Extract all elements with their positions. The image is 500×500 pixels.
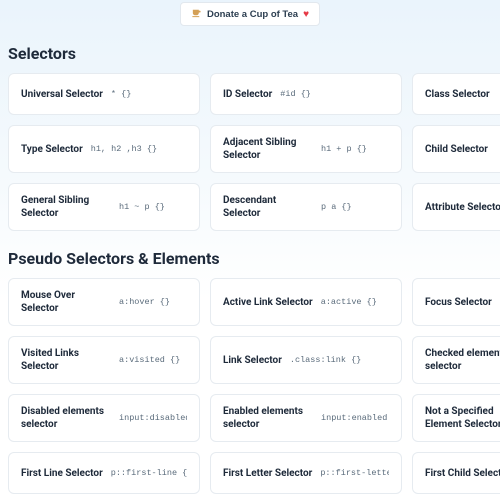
card-visited-links-selector[interactable]: Visited Links Selector a:visited {}: [8, 336, 200, 384]
donate-label: Donate a Cup of Tea: [207, 9, 298, 20]
card-title: First Child Selecto: [425, 467, 500, 480]
card-code: .class:link {}: [290, 355, 361, 365]
card-code: input:disabled {}: [119, 413, 187, 423]
card-not-specified-selector[interactable]: Not a Specified Element Selector: [412, 394, 500, 442]
card-title: Adjacent Sibling Selector: [223, 136, 313, 162]
card-link-selector[interactable]: Link Selector .class:link {}: [210, 336, 402, 384]
card-code: #id {}: [280, 89, 311, 99]
card-title: First Line Selector: [21, 467, 103, 480]
card-class-selector[interactable]: Class Selector: [412, 73, 500, 115]
card-id-selector[interactable]: ID Selector #id {}: [210, 73, 402, 115]
card-title: General Sibling Selector: [21, 194, 111, 220]
card-title: Universal Selector: [21, 88, 103, 101]
card-title: Visited Links Selector: [21, 347, 111, 373]
card-adjacent-sibling-selector[interactable]: Adjacent Sibling Selector h1 + p {}: [210, 125, 402, 173]
card-attribute-selector[interactable]: Attribute Selectordiv[attribute="Sc: [412, 183, 500, 231]
card-title: Descendant Selector: [223, 194, 313, 220]
pseudo-heading: Pseudo Selectors & Elements: [8, 249, 500, 268]
donate-bar: Donate a Cup of Tea ♥: [0, 0, 500, 26]
card-descendant-selector[interactable]: Descendant Selector p a {}: [210, 183, 402, 231]
card-first-letter-selector[interactable]: First Letter Selector p::first-letter {}: [210, 452, 402, 494]
card-title: Checked elements selector: [425, 347, 500, 373]
card-title: Type Selector: [21, 143, 83, 156]
card-first-child-selector[interactable]: First Child Selecto: [412, 452, 500, 494]
card-title: Link Selector: [223, 354, 282, 367]
card-enabled-elements-selector[interactable]: Enabled elements selector input:enabled {…: [210, 394, 402, 442]
card-code: input:enabled {}: [321, 413, 389, 423]
card-title: Class Selector: [425, 88, 490, 101]
card-title: First Letter Selector: [223, 467, 312, 480]
card-code: h1 ~ p {}: [119, 202, 165, 212]
donate-button[interactable]: Donate a Cup of Tea ♥: [180, 2, 320, 26]
card-mouse-over-selector[interactable]: Mouse Over Selector a:hover {}: [8, 278, 200, 326]
card-general-sibling-selector[interactable]: General Sibling Selector h1 ~ p {}: [8, 183, 200, 231]
card-title: ID Selector: [223, 88, 272, 101]
selectors-heading: Selectors: [8, 44, 500, 63]
card-title: Focus Selector: [425, 296, 492, 309]
card-focus-selector[interactable]: Focus Selector: [412, 278, 500, 326]
card-child-selector[interactable]: Child Selector: [412, 125, 500, 173]
card-code: p a {}: [321, 202, 352, 212]
card-code: * {}: [111, 89, 131, 99]
heart-icon: ♥: [303, 9, 309, 20]
card-code: a:active {}: [321, 297, 377, 307]
card-type-selector[interactable]: Type Selector h1, h2 ,h3 {}: [8, 125, 200, 173]
card-checked-elements-selector[interactable]: Checked elements selector: [412, 336, 500, 384]
cup-icon: [191, 7, 202, 21]
card-disabled-elements-selector[interactable]: Disabled elements selector input:disabled…: [8, 394, 200, 442]
card-code: a:visited {}: [119, 355, 180, 365]
selectors-grid: Universal Selector * {} ID Selector #id {}…: [0, 73, 500, 231]
card-code: p::first-line {}: [111, 468, 187, 478]
card-code: h1 + p {}: [321, 144, 367, 154]
card-code: h1, h2 ,h3 {}: [91, 144, 157, 154]
card-title: Attribute Selector: [425, 201, 500, 214]
pseudo-grid: Mouse Over Selector a:hover {} Active Lin…: [0, 278, 500, 494]
card-first-line-selector[interactable]: First Line Selector p::first-line {}: [8, 452, 200, 494]
card-title: Mouse Over Selector: [21, 289, 111, 315]
card-title: Active Link Selector: [223, 296, 313, 309]
card-title: Enabled elements selector: [223, 405, 313, 431]
card-title: Child Selector: [425, 143, 488, 156]
card-universal-selector[interactable]: Universal Selector * {}: [8, 73, 200, 115]
card-code: p::first-letter {}: [320, 468, 389, 478]
card-code: a:hover {}: [119, 297, 170, 307]
card-active-link-selector[interactable]: Active Link Selector a:active {}: [210, 278, 402, 326]
card-title: Not a Specified Element Selector: [425, 405, 500, 431]
card-title: Disabled elements selector: [21, 405, 111, 431]
